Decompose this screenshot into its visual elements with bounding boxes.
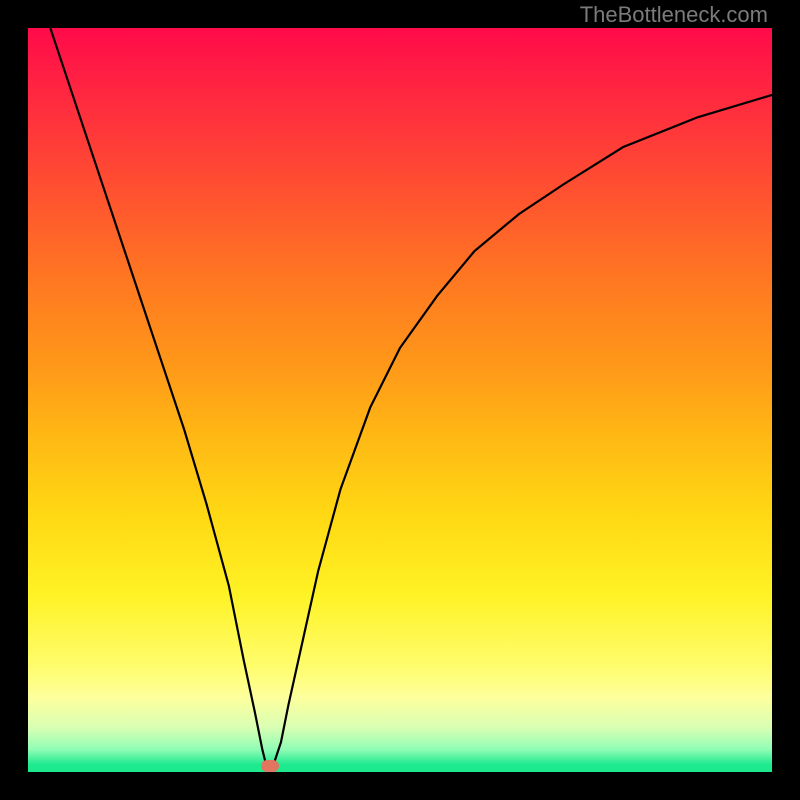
- watermark-text: TheBottleneck.com: [580, 2, 768, 28]
- curve-left-branch: [50, 28, 266, 765]
- minimum-marker: [261, 760, 279, 772]
- curve-right-branch: [274, 95, 772, 765]
- chart-frame: TheBottleneck.com: [0, 0, 800, 800]
- curve-svg: [28, 28, 772, 772]
- plot-area: [28, 28, 772, 772]
